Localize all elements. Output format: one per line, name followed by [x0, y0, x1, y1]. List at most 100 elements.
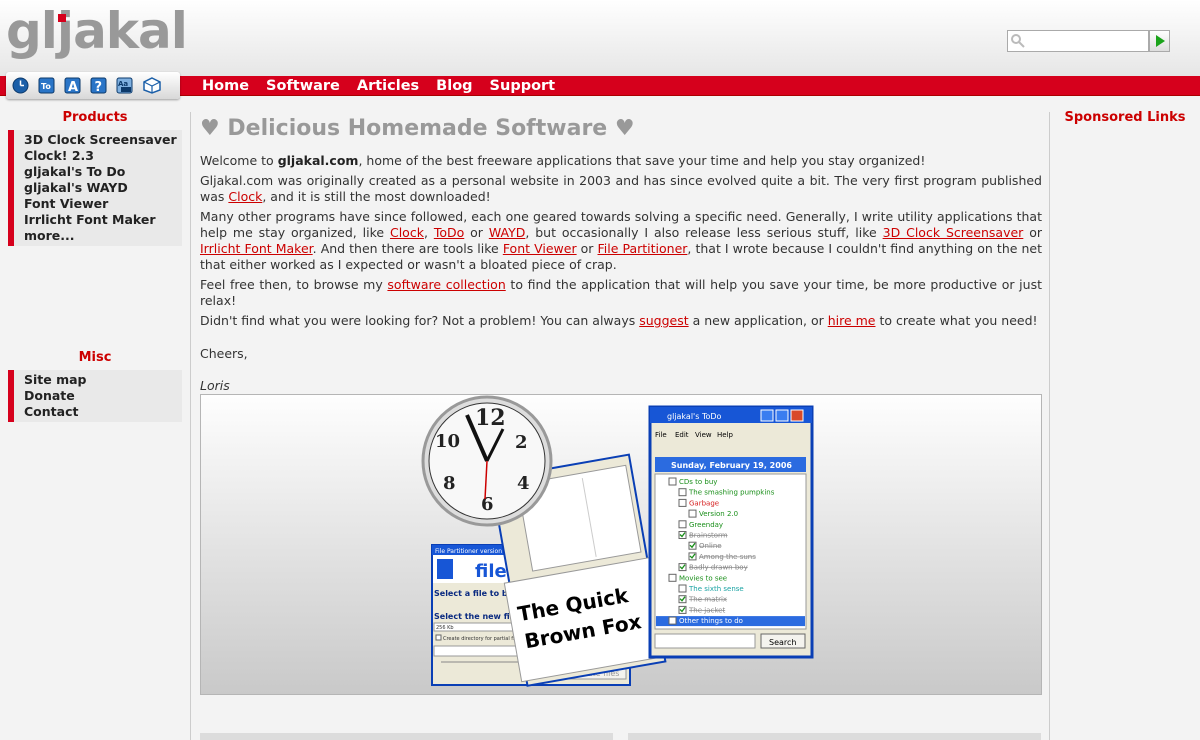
- svg-text:8: 8: [443, 473, 456, 494]
- site-logo[interactable]: gljakal: [6, 2, 188, 60]
- misc-link-contact[interactable]: Contact: [24, 404, 182, 420]
- todo-item-checkbox: [678, 584, 687, 593]
- svg-text:10: 10: [435, 431, 460, 452]
- svg-text:Aa: Aa: [118, 80, 128, 88]
- search-submit-button[interactable]: [1149, 30, 1170, 52]
- product-link[interactable]: gljakal's To Do: [24, 164, 182, 180]
- svg-text:?: ?: [95, 80, 103, 94]
- todo-item-label: Badly drawn boy: [689, 564, 748, 572]
- svg-text:4: 4: [517, 473, 530, 494]
- todo-menu-help: Help: [717, 431, 734, 439]
- todo-item-label: Online: [699, 542, 722, 550]
- software-screenshot-collage: File Partitioner version file Select a f…: [200, 394, 1042, 695]
- irrlicht-icon[interactable]: Aa: [116, 77, 133, 94]
- misc-link-donate[interactable]: Donate: [24, 388, 182, 404]
- todo-item-checkbox: [678, 520, 687, 529]
- fp-select1: Select a file to b: [434, 589, 508, 598]
- nav-blog[interactable]: Blog: [436, 76, 472, 96]
- link-software-collection[interactable]: software collection: [387, 277, 505, 292]
- product-link[interactable]: gljakal's WAYD: [24, 180, 182, 196]
- link-hire-me[interactable]: hire me: [828, 313, 876, 328]
- paragraph: Gljakal.com was originally created as a …: [200, 173, 1042, 204]
- svg-text:A: A: [68, 80, 78, 94]
- link-file-partitioner[interactable]: File Partitioner: [598, 241, 688, 256]
- link-clock[interactable]: Clock: [228, 189, 262, 204]
- mailing-list-box-header: [628, 733, 1041, 740]
- todo-item-label: The jacket: [688, 606, 725, 614]
- todo-item-label: Garbage: [689, 499, 719, 507]
- paragraph: Many other programs have since followed,…: [200, 209, 1043, 272]
- nav-home[interactable]: Home: [202, 76, 249, 96]
- search-input[interactable]: [1007, 30, 1149, 52]
- logo-dot: [58, 14, 66, 22]
- quick-icon-bar: To A ? Aa: [6, 72, 180, 99]
- product-link[interactable]: 3D Clock Screensaver: [24, 132, 182, 148]
- todo-item-checkbox: [668, 616, 677, 625]
- products-list: 3D Clock Screensaver Clock! 2.3 gljakal'…: [8, 130, 182, 246]
- signature: Loris: [200, 378, 230, 393]
- products-title: Products: [62, 110, 128, 125]
- link-clock[interactable]: Clock: [390, 225, 424, 240]
- help-icon[interactable]: ?: [90, 77, 107, 94]
- nav-articles[interactable]: Articles: [357, 76, 419, 96]
- paragraph: Feel free then, to browse my software co…: [200, 277, 1042, 308]
- todo-menu-edit: Edit: [675, 431, 689, 439]
- link-todo[interactable]: ToDo: [434, 225, 464, 240]
- todo-item-label: Among the suns: [699, 553, 756, 561]
- main-nav: Home Software Articles Blog Support: [202, 76, 555, 96]
- paragraph: Didn't find what you were looking for? N…: [200, 313, 1038, 328]
- todo-window: gljakal's ToDo File Edit View Help Sunda…: [648, 405, 814, 659]
- svg-text:12: 12: [475, 405, 506, 431]
- link-irrlicht[interactable]: Irrlicht Font Maker: [200, 241, 313, 256]
- misc-link-sitemap[interactable]: Site map: [24, 372, 182, 388]
- intro-text: Welcome to gljakal.com, home of the best…: [200, 153, 1042, 398]
- product-link[interactable]: Font Viewer: [24, 196, 182, 212]
- fp-title: File Partitioner version: [435, 548, 502, 555]
- todo-item-label: Version 2.0: [699, 510, 738, 518]
- svg-text:6: 6: [481, 494, 494, 515]
- main-content: ♥ Delicious Homemade Software ♥ Welcome …: [190, 112, 1050, 740]
- nav-bar: [0, 76, 1200, 96]
- products-more-link[interactable]: more...: [24, 228, 182, 244]
- clock-icon[interactable]: [12, 77, 29, 94]
- todo-title: gljakal's ToDo: [667, 412, 722, 421]
- todo-item-label: The sixth sense: [688, 585, 744, 593]
- todo-search-button: Search: [769, 638, 796, 647]
- todo-item-checkbox: [678, 498, 687, 507]
- product-link[interactable]: Clock! 2.3: [24, 148, 182, 164]
- latest-box-header: [200, 733, 613, 740]
- todo-item-label: The matrix: [688, 596, 727, 604]
- todo-item-label: Movies to see: [679, 574, 727, 582]
- cheers-text: Cheers,: [200, 346, 248, 361]
- svg-text:2: 2: [515, 432, 528, 453]
- link-3d-clock[interactable]: 3D Clock Screensaver: [883, 225, 1024, 240]
- link-font-viewer[interactable]: Font Viewer: [503, 241, 577, 256]
- svg-text:To: To: [41, 82, 51, 91]
- fp-select2: Select the new fi: [434, 612, 510, 621]
- fp-heading: file: [475, 561, 507, 582]
- fp-size: 256 Kb: [436, 625, 454, 631]
- todo-item-label: Greenday: [689, 521, 723, 529]
- nav-support[interactable]: Support: [490, 76, 556, 96]
- page-title: ♥ Delicious Homemade Software ♥: [200, 116, 635, 141]
- collage-graphic: File Partitioner version file Select a f…: [421, 395, 814, 687]
- link-suggest[interactable]: suggest: [639, 313, 688, 328]
- todo-item-label: Other things to do: [679, 617, 743, 625]
- left-sidebar: Products 3D Clock Screensaver Clock! 2.3…: [8, 110, 182, 422]
- font-icon[interactable]: A: [64, 77, 81, 94]
- todo-item-checkbox: [678, 488, 687, 497]
- todo-icon[interactable]: To: [38, 77, 55, 94]
- todo-item-label: The smashing pumpkins: [688, 489, 775, 497]
- todo-menu-view: View: [695, 431, 712, 439]
- nav-software[interactable]: Software: [266, 76, 340, 96]
- clock-graphic: 12 2 10 4 8 6: [421, 395, 553, 527]
- todo-menu-file: File: [655, 431, 667, 439]
- fp-checkbox-label: Create directory for partial files: [443, 636, 522, 642]
- todo-item-label: Brainstorm: [689, 532, 728, 540]
- todo-item-checkbox: [688, 509, 697, 518]
- cube-icon[interactable]: [142, 77, 162, 94]
- sponsored-links-title: Sponsored Links: [1064, 110, 1186, 125]
- link-wayd[interactable]: WAYD: [489, 225, 526, 240]
- product-link[interactable]: Irrlicht Font Maker: [24, 212, 182, 228]
- paragraph: Welcome to gljakal.com, home of the best…: [200, 153, 926, 168]
